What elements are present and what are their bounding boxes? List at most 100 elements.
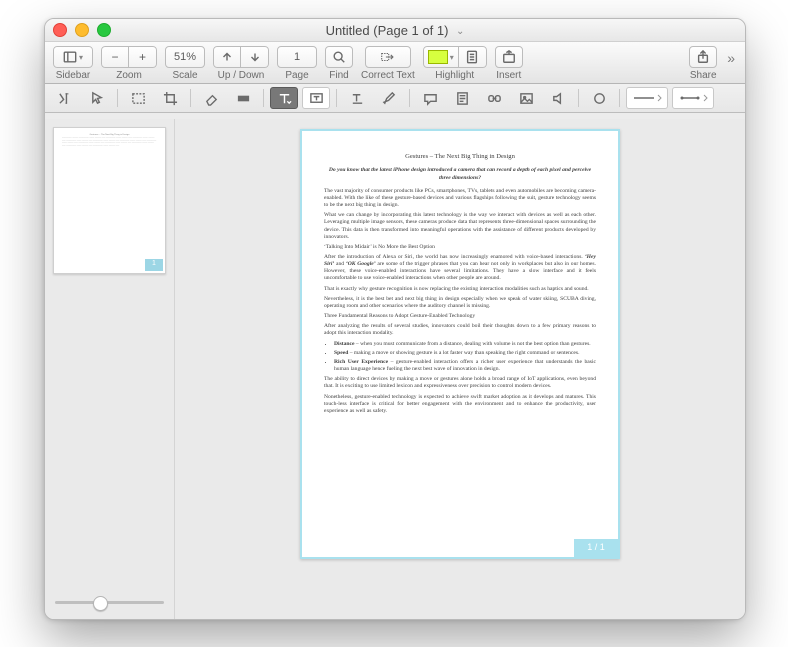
- arrow-down-icon: [248, 50, 262, 64]
- underline-tool[interactable]: [343, 87, 371, 109]
- sidebar-icon: [63, 50, 77, 64]
- doc-lead: Do you know that the latest iPhone desig…: [324, 167, 596, 181]
- doc-paragraph: The vast majority of consumer products l…: [324, 188, 596, 209]
- link-icon: [487, 91, 502, 106]
- thumbnail-zoom-slider[interactable]: [53, 593, 166, 611]
- doc-paragraph: That is exactly why gesture recognition …: [324, 286, 596, 293]
- page-thumbnail[interactable]: Gestures – The Next Big Thing in Design …: [53, 127, 166, 274]
- crop-icon: [163, 91, 178, 106]
- doc-bullet-list: Distance – when you must communicate fro…: [334, 341, 596, 374]
- eraser-icon: [204, 91, 219, 106]
- zoom-out-button[interactable]: −: [101, 46, 129, 68]
- doc-paragraph: Nonetheless, gesture-enabled technology …: [324, 394, 596, 415]
- area-select-tool[interactable]: [124, 87, 152, 109]
- minimize-window-button[interactable]: [75, 23, 89, 37]
- speech-bubble-icon: [423, 91, 438, 106]
- page-indicator: 1 / 1: [574, 539, 618, 557]
- speaker-icon: [551, 91, 566, 106]
- redact-tool[interactable]: [229, 87, 257, 109]
- doc-subheading: Three Fundamental Reasons to Adopt Gestu…: [324, 313, 596, 320]
- pen-icon: [382, 91, 397, 106]
- cursor-icon: [90, 91, 105, 106]
- line-style-button[interactable]: [626, 87, 668, 109]
- editor-body: Gestures – The Next Big Thing in Design …: [45, 119, 745, 619]
- arrow-up-icon: [220, 50, 234, 64]
- main-toolbar: ▾ Sidebar − + Zoom 51% Scale Up / Down 1: [45, 42, 745, 84]
- scale-field[interactable]: 51%: [165, 46, 205, 68]
- zoom-in-button[interactable]: +: [129, 46, 157, 68]
- title-dropdown-icon: ⌄: [456, 26, 464, 37]
- marquee-icon: [131, 91, 146, 106]
- doc-heading: Gestures – The Next Big Thing in Design: [324, 153, 596, 161]
- text-select-tool[interactable]: [51, 87, 79, 109]
- pen-tool[interactable]: [375, 87, 403, 109]
- note-tool[interactable]: [448, 87, 476, 109]
- slider-knob[interactable]: [93, 596, 108, 611]
- link-tool[interactable]: [480, 87, 508, 109]
- thumbnail-sidebar: Gestures – The Next Big Thing in Design …: [45, 119, 175, 619]
- image-tool[interactable]: [512, 87, 540, 109]
- highlight-swatch: [428, 50, 448, 64]
- chevron-down-icon: ▾: [450, 53, 454, 62]
- highlight-add-button[interactable]: [459, 46, 487, 68]
- app-window: { "titlebar": { "title": "Untitled (Page…: [44, 18, 746, 620]
- doc-paragraph: After the introduction of Alexa or Siri,…: [324, 254, 596, 283]
- line-icon: [632, 94, 662, 102]
- comment-tool[interactable]: [416, 87, 444, 109]
- chevron-down-icon: ▾: [79, 53, 83, 62]
- text-box-icon: [309, 91, 324, 106]
- search-icon: [332, 50, 346, 64]
- page-down-button[interactable]: [241, 46, 269, 68]
- doc-paragraph: The ability to direct devices by making …: [324, 376, 596, 390]
- redact-icon: [236, 91, 251, 106]
- annotation-toolbar: [45, 84, 745, 113]
- share-icon: [696, 50, 710, 64]
- page-number-field[interactable]: 1: [277, 46, 317, 68]
- doc-subheading: ‘Talking Into Midair’ is No More the Bes…: [324, 244, 596, 251]
- arrow-tool[interactable]: [83, 87, 111, 109]
- close-window-button[interactable]: [53, 23, 67, 37]
- share-button[interactable]: [689, 46, 717, 68]
- crop-tool[interactable]: [156, 87, 184, 109]
- correct-text-label: Correct Text: [361, 70, 415, 81]
- shape-tool[interactable]: [585, 87, 613, 109]
- fullscreen-window-button[interactable]: [97, 23, 111, 37]
- insert-icon: [502, 50, 516, 64]
- line-ends-icon: [678, 94, 708, 102]
- text-cursor-icon: [58, 91, 73, 106]
- doc-bullet: Distance – when you must communicate fro…: [334, 341, 596, 348]
- toolbar-overflow-button[interactable]: »: [725, 46, 737, 66]
- scale-label: Scale: [172, 70, 197, 81]
- document-canvas[interactable]: Gestures – The Next Big Thing in Design …: [175, 119, 745, 619]
- doc-paragraph: What we can change by incorporating this…: [324, 212, 596, 241]
- sound-tool[interactable]: [544, 87, 572, 109]
- titlebar: Untitled (Page 1 of 1) ⌄: [45, 19, 745, 42]
- doc-bullet: Speed – making a move or showing gesture…: [334, 350, 596, 357]
- updown-label: Up / Down: [218, 70, 265, 81]
- sidebar-toggle-button[interactable]: ▾: [53, 46, 93, 68]
- callout-tool[interactable]: [302, 87, 330, 109]
- text-style-icon: [350, 91, 365, 106]
- note-icon: [455, 91, 470, 106]
- sidebar-label: Sidebar: [56, 70, 90, 81]
- highlight-color-button[interactable]: ▾: [423, 46, 459, 68]
- thumbnail-page-indicator: 1: [145, 259, 163, 271]
- correct-text-icon: [381, 50, 395, 64]
- window-title-text: Untitled (Page 1 of 1): [326, 23, 449, 38]
- window-title[interactable]: Untitled (Page 1 of 1) ⌄: [45, 23, 745, 38]
- find-button[interactable]: [325, 46, 353, 68]
- insert-label: Insert: [496, 70, 521, 81]
- text-icon: [277, 91, 292, 106]
- eraser-tool[interactable]: [197, 87, 225, 109]
- doc-bullet: Rich User Experience – gesture-enabled i…: [334, 359, 596, 373]
- line-ends-button[interactable]: [672, 87, 714, 109]
- highlight-document-icon: [465, 50, 479, 64]
- circle-icon: [592, 91, 607, 106]
- share-label: Share: [690, 70, 717, 81]
- page-up-button[interactable]: [213, 46, 241, 68]
- text-tool[interactable]: [270, 87, 298, 109]
- insert-button[interactable]: [495, 46, 523, 68]
- document-page[interactable]: Gestures – The Next Big Thing in Design …: [300, 129, 620, 559]
- zoom-label: Zoom: [116, 70, 142, 81]
- correct-text-button[interactable]: [365, 46, 411, 68]
